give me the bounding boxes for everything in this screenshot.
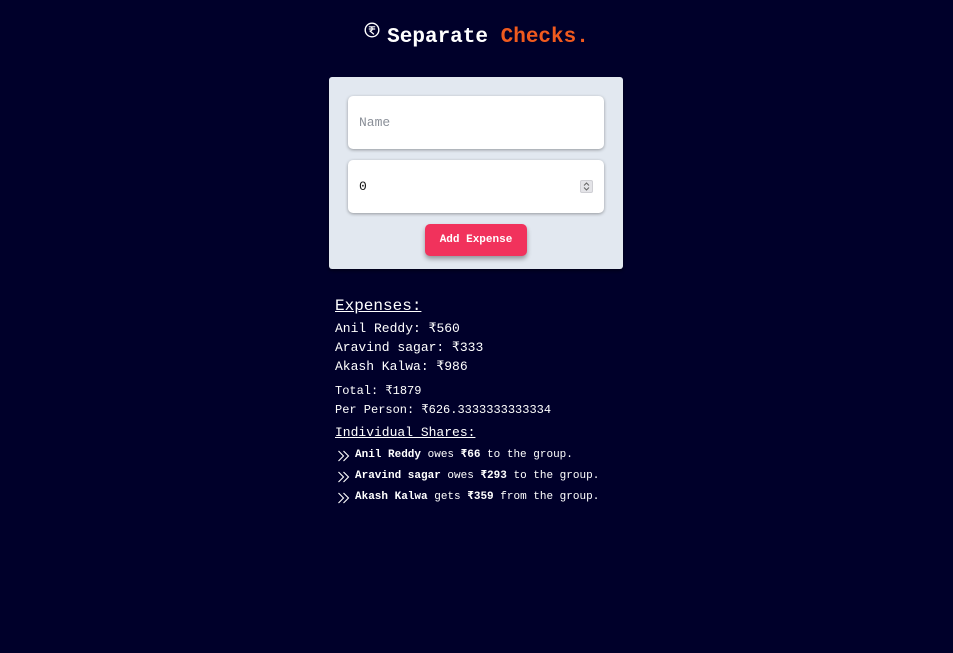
share-suffix: to the group. [480,449,573,461]
share-amount: ₹359 [467,491,494,503]
share-suffix: from the group. [493,491,600,503]
share-amount: ₹66 [460,449,481,461]
amount-input[interactable] [359,179,580,194]
share-list: Anil Reddy owes ₹66 to the group. Aravin… [335,445,735,508]
share-item: Anil Reddy owes ₹66 to the group. [335,445,735,466]
amount-field[interactable] [348,160,604,213]
totals: Total: ₹1879 Per Person: ₹626.3333333333… [335,382,735,420]
expense-item: Anil Reddy: ₹560 [335,321,460,336]
results-section: Expenses: Anil Reddy: ₹560 Aravind sagar… [335,296,735,508]
share-verb: gets [427,491,468,503]
shares-heading-text: Individual Shares: [335,425,476,440]
share-name: Anil Reddy [355,449,422,461]
share-name: Akash Kalwa [355,491,428,503]
expense-list: Anil Reddy: ₹560 Aravind sagar: ₹333 Aka… [335,319,735,376]
expense-item: Aravind sagar: ₹333 [335,340,484,355]
expense-form-card: Add Expense [329,77,623,269]
title-part-2: Checks. [500,26,589,49]
add-expense-button[interactable]: Add Expense [425,224,527,256]
share-item: Akash Kalwa gets ₹359 from the group. [335,487,735,508]
total-amount: Total: ₹1879 [335,384,422,398]
per-person-amount: Per Person: ₹626.3333333333334 [335,403,552,417]
stepper-arrows-icon [583,182,590,191]
rupee-circle-icon [364,20,380,48]
shares-heading: Individual Shares: [335,424,735,442]
share-verb: owes [421,449,461,461]
app-title: Separate Checks. [0,22,953,52]
share-amount: ₹293 [480,470,507,482]
name-input[interactable] [359,115,593,130]
double-chevron-right-icon [338,471,350,482]
share-item: Aravind sagar owes ₹293 to the group. [335,466,735,487]
double-chevron-right-icon [338,450,350,461]
share-name: Aravind sagar [355,470,441,482]
double-chevron-right-icon [338,492,350,503]
name-field[interactable] [348,96,604,149]
expense-item: Akash Kalwa: ₹986 [335,359,468,374]
number-stepper[interactable] [580,180,593,193]
share-suffix: to the group. [506,470,600,482]
share-verb: owes [440,470,481,482]
expenses-heading: Expenses: [335,297,422,315]
title-part-1: Separate [387,26,488,49]
